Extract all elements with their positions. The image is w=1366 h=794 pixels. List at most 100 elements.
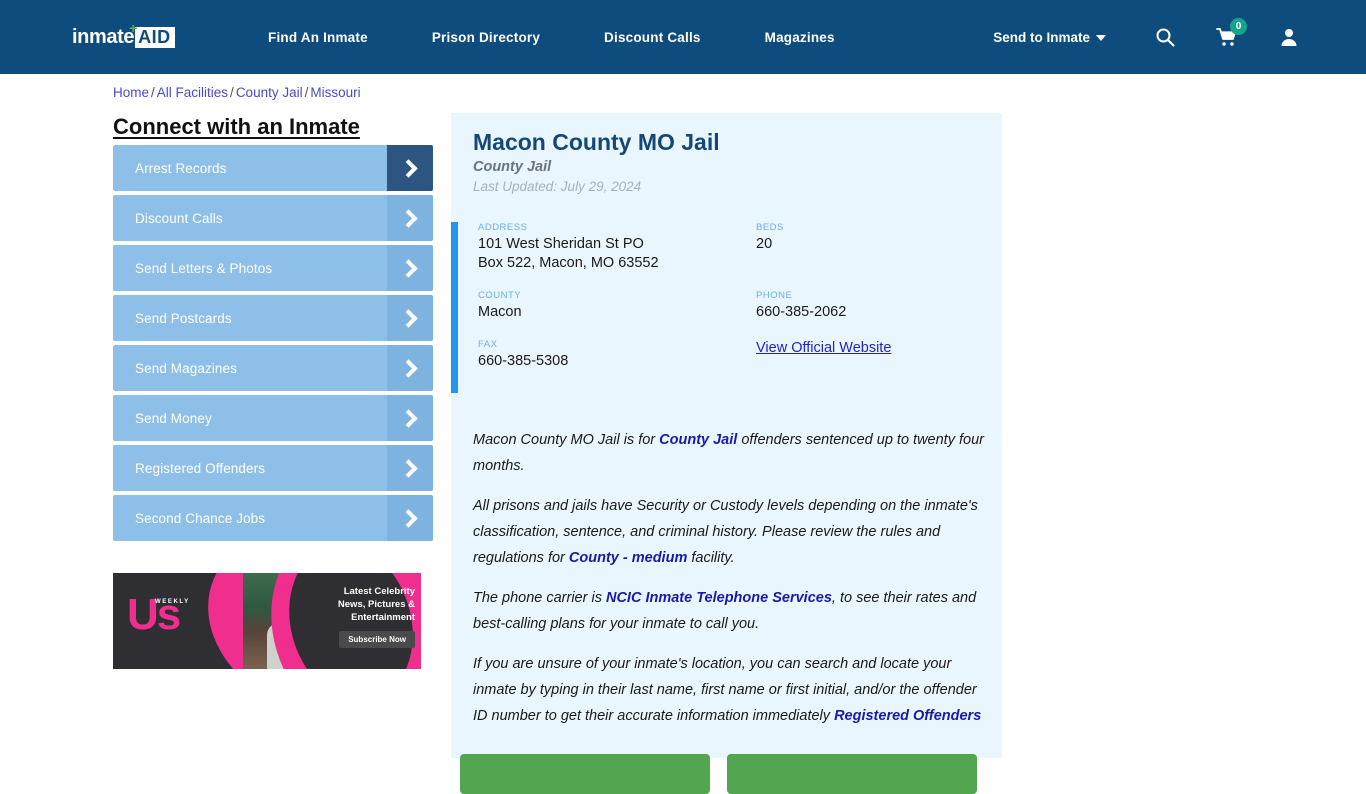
field-county: COUNTY Macon xyxy=(478,290,756,322)
sidebar-item-send-letters-photos[interactable]: Send Letters & Photos xyxy=(113,245,433,291)
chevron-right-icon xyxy=(387,245,433,291)
chevron-right-icon xyxy=(387,195,433,241)
ad-copy-line-1: Latest Celebrity xyxy=(343,586,415,597)
logo-text-primary: inmate xyxy=(72,25,135,48)
sidebar-item-send-magazines[interactable]: Send Magazines xyxy=(113,345,433,391)
paragraph-4: If you are unsure of your inmate's locat… xyxy=(473,651,988,729)
cart-button[interactable]: 0 xyxy=(1210,18,1247,54)
address-line-1: 101 West Sheridan St PO xyxy=(478,236,644,252)
ad-subscribe-button[interactable]: Subscribe Now xyxy=(339,631,415,648)
accent-bar xyxy=(451,222,458,393)
p3-part-a: The phone carrier is xyxy=(473,590,606,606)
sidebar-item-label: Discount Calls xyxy=(135,210,223,226)
nav-item-discount-calls[interactable]: Discount Calls xyxy=(604,30,701,45)
sidebar-item-label: Send Money xyxy=(135,410,212,426)
nav-right-cluster: Send to Inmate 0 xyxy=(993,0,1366,74)
plus-icon: + xyxy=(129,19,138,36)
chevron-right-icon xyxy=(387,295,433,341)
p1-part-a: Macon County MO Jail is for xyxy=(473,432,660,448)
sidebar-item-label: Send Magazines xyxy=(135,360,237,376)
primary-action-button-2[interactable] xyxy=(727,754,977,794)
chevron-right-icon xyxy=(387,345,433,391)
field-value: 101 West Sheridan St PO Box 522, Macon, … xyxy=(478,235,756,273)
sidebar-item-arrest-records[interactable]: Arrest Records xyxy=(113,145,433,191)
p4-highlight[interactable]: Registered Offenders xyxy=(834,708,981,724)
sidebar-ad-banner[interactable]: Us WEEKLY Latest Celebrity News, Picture… xyxy=(113,573,421,669)
breadcrumb-separator: / xyxy=(230,85,234,100)
user-icon xyxy=(1281,29,1297,46)
facility-type: County Jail xyxy=(473,159,552,175)
last-updated-text: Last Updated: July 29, 2024 xyxy=(473,179,642,194)
chevron-right-icon xyxy=(387,145,433,191)
cart-count-badge: 0 xyxy=(1230,18,1247,35)
field-value: 660-385-2062 xyxy=(756,304,847,320)
nav-item-magazines[interactable]: Magazines xyxy=(765,30,835,45)
primary-action-button-1[interactable] xyxy=(460,754,710,794)
nav-item-send-to-inmate[interactable]: Send to Inmate xyxy=(993,30,1106,45)
field-official-website: View Official Website xyxy=(756,339,978,371)
card-action-buttons xyxy=(451,754,1002,794)
site-logo[interactable]: inmate + AID xyxy=(72,21,175,50)
chevron-right-icon xyxy=(387,495,433,541)
send-to-inmate-label: Send to Inmate xyxy=(993,29,1090,45)
facility-description: Macon County MO Jail is for County Jail … xyxy=(473,427,988,743)
sidebar-item-label: Second Chance Jobs xyxy=(135,510,266,526)
p3-highlight[interactable]: NCIC Inmate Telephone Services xyxy=(606,590,832,606)
chevron-right-icon xyxy=(387,395,433,441)
logo-text-boxed: + AID xyxy=(129,21,175,48)
ad-brand-sublabel: WEEKLY xyxy=(155,599,190,605)
sidebar-item-send-postcards[interactable]: Send Postcards xyxy=(113,295,433,341)
facility-info-block: ADDRESS 101 West Sheridan St PO Box 522,… xyxy=(451,222,1002,397)
breadcrumb-item-county-jail[interactable]: County Jail xyxy=(236,85,303,100)
ad-copy: Latest Celebrity News, Pictures & Entert… xyxy=(311,585,415,648)
paragraph-3: The phone carrier is NCIC Inmate Telepho… xyxy=(473,585,988,637)
paragraph-1: Macon County MO Jail is for County Jail … xyxy=(473,427,988,479)
field-label: BEDS xyxy=(756,222,784,233)
address-line-2: Box 522, Macon, MO 63552 xyxy=(478,255,659,271)
nav-item-prison-directory[interactable]: Prison Directory xyxy=(432,30,540,45)
sidebar-item-discount-calls[interactable]: Discount Calls xyxy=(113,195,433,241)
p2-part-c: facility. xyxy=(687,550,735,566)
sidebar-item-registered-offenders[interactable]: Registered Offenders xyxy=(113,445,433,491)
ad-copy-line-3: Entertainment xyxy=(351,612,415,623)
facility-info-grid: ADDRESS 101 West Sheridan St PO Box 522,… xyxy=(478,222,978,388)
sidebar-heading: Connect with an Inmate xyxy=(113,114,360,139)
field-label: PHONE xyxy=(756,290,793,301)
field-value: 660-385-5308 xyxy=(478,353,569,369)
sidebar-item-send-money[interactable]: Send Money xyxy=(113,395,433,441)
paragraph-2: All prisons and jails have Security or C… xyxy=(473,493,988,571)
sidebar-item-label: Send Postcards xyxy=(135,310,232,326)
field-value: View Official Website xyxy=(756,339,978,358)
field-value: 20 xyxy=(756,236,773,252)
account-button[interactable] xyxy=(1272,20,1306,54)
facility-detail-card: Macon County MO Jail County Jail Last Up… xyxy=(451,113,1002,794)
field-beds: BEDS 20 xyxy=(756,222,978,273)
breadcrumb-item-all-facilities[interactable]: All Facilities xyxy=(157,85,228,100)
field-fax: FAX 660-385-5308 xyxy=(478,339,756,371)
breadcrumb-item-missouri[interactable]: Missouri xyxy=(310,85,360,100)
breadcrumb-separator: / xyxy=(304,85,309,100)
p1-highlight: County Jail xyxy=(659,432,738,448)
field-label: COUNTY xyxy=(478,290,522,301)
sidebar-item-label: Arrest Records xyxy=(135,160,227,176)
sidebar-menu: Arrest Records Discount Calls Send Lette… xyxy=(113,145,433,545)
sidebar-item-label: Send Letters & Photos xyxy=(135,260,273,276)
breadcrumb-item-home[interactable]: Home xyxy=(113,85,149,100)
breadcrumb: Home / All Facilities / County Jail / Missouri xyxy=(113,85,361,100)
p2-highlight: County - medium xyxy=(568,550,688,566)
page-title: Macon County MO Jail xyxy=(473,129,720,155)
top-navigation-bar: inmate + AID Find An Inmate Prison Direc… xyxy=(0,0,1366,74)
field-value: Macon xyxy=(478,304,522,320)
field-phone: PHONE 660-385-2062 xyxy=(756,290,978,322)
sidebar-item-second-chance-jobs[interactable]: Second Chance Jobs xyxy=(113,495,433,541)
field-label: ADDRESS xyxy=(478,222,528,233)
nav-item-find-an-inmate[interactable]: Find An Inmate xyxy=(268,30,368,45)
main-nav-links: Find An Inmate Prison Directory Discount… xyxy=(268,0,835,74)
search-button[interactable] xyxy=(1148,20,1182,54)
search-icon xyxy=(1156,28,1175,47)
field-label: FAX xyxy=(478,339,498,350)
chevron-down-icon xyxy=(1096,35,1106,41)
official-website-link[interactable]: View Official Website xyxy=(756,340,891,356)
sidebar-item-label: Registered Offenders xyxy=(135,460,266,476)
breadcrumb-separator: / xyxy=(151,85,155,100)
